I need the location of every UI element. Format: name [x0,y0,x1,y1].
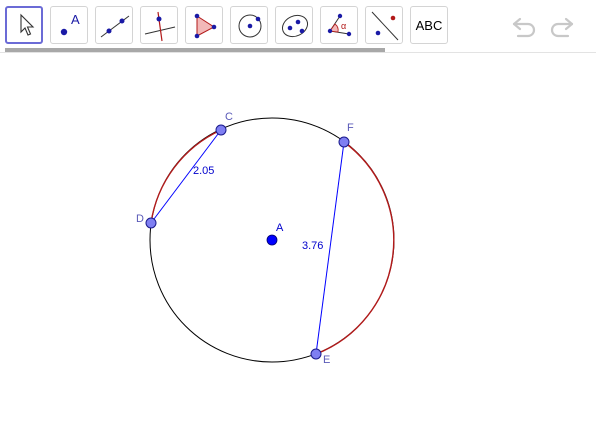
arrow-pointer-icon [20,13,35,36]
line-through-points-icon [100,15,130,38]
point-d[interactable] [145,217,157,229]
perpendicular-line-tool-button[interactable] [140,6,178,44]
line-tool-button[interactable] [95,6,133,44]
point-icon: A [60,12,80,36]
undo-icon [512,17,536,38]
segment-ef-length: 3.76 [302,240,323,252]
polygon-icon [194,13,217,39]
polygon-tool-button[interactable] [185,6,223,44]
point-c[interactable] [215,124,227,136]
conic-tool-button[interactable] [275,6,313,44]
point-a-label: A [276,222,284,234]
angle-icon: α [327,13,352,37]
point-f-label: F [347,122,354,134]
svg-text:α: α [341,21,346,31]
text-tool-button[interactable]: ABC [410,6,448,44]
segment-cd-length: 2.05 [193,165,214,177]
circle-with-center-icon [238,14,262,38]
point-e[interactable] [310,348,322,360]
circle-center-point-tool-button[interactable] [230,6,268,44]
undo-button[interactable] [510,12,540,38]
text-icon: ABC [415,17,443,33]
point-d-label: D [136,213,144,225]
move-tool-button[interactable] [5,6,43,44]
arc-fe[interactable] [315,141,395,355]
point-e-label: E [323,354,330,366]
point-c-label: C [225,111,233,123]
perpendicular-line-icon [144,11,176,42]
graphics-view[interactable]: 2.05 3.76 A C D E F [0,53,596,443]
point-f[interactable] [338,136,350,148]
point-tool-button[interactable]: A [50,6,88,44]
angle-tool-button[interactable]: α [320,6,358,44]
toolbar: A α ABC [0,0,596,52]
reflect-about-line-icon [371,11,399,41]
redo-icon [550,17,574,38]
ellipse-icon [281,14,309,38]
reflect-tool-button[interactable] [365,6,403,44]
redo-button[interactable] [546,12,576,38]
point-a[interactable] [266,234,278,246]
svg-text:A: A [71,12,80,27]
